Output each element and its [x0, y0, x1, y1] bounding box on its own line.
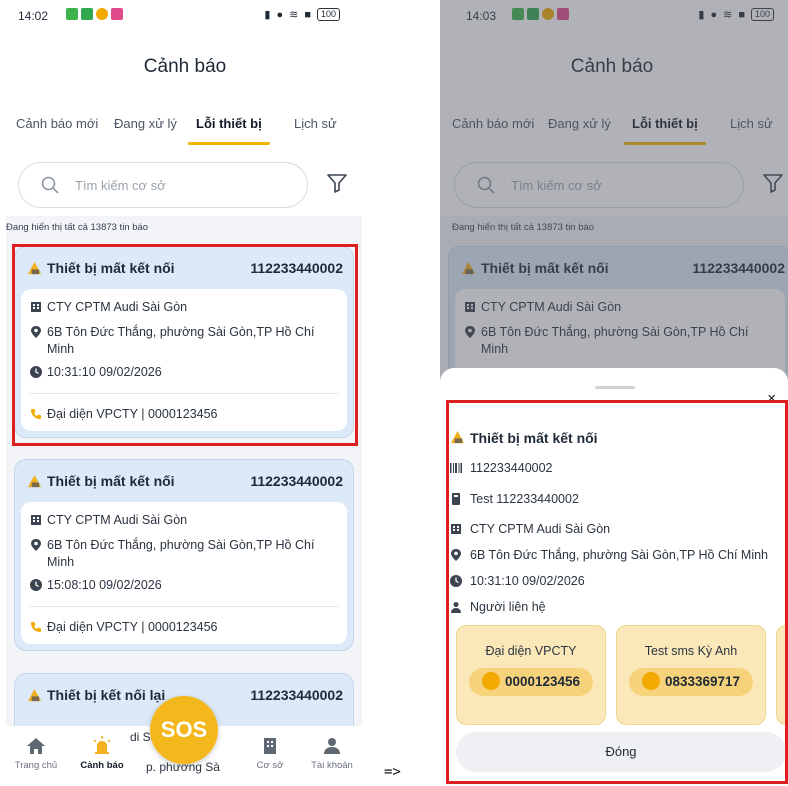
warning-icon — [27, 688, 42, 702]
card-title: Thiết bị kết nối lại — [47, 687, 166, 703]
system-icons: ▮ ● ≋ ■ 100 — [264, 8, 340, 21]
nav-alert[interactable]: Cảnh báo — [72, 736, 132, 771]
card-title: Thiết bị mất kết nối — [47, 473, 175, 489]
building-icon — [264, 738, 276, 754]
battery-icon: 100 — [316, 8, 340, 21]
tab-new-alerts[interactable]: Cảnh báo mới — [16, 116, 98, 131]
status-time: 14:02 — [18, 9, 49, 23]
page-title: Cảnh báo — [143, 56, 227, 77]
alert-card[interactable]: Thiết bị mất kết nối 112233440002 CTY CP… — [14, 459, 354, 651]
search-icon — [41, 176, 59, 194]
vibrate-icon: ▮ — [264, 9, 271, 21]
nav-account[interactable]: Tài khoản — [302, 736, 362, 771]
search-placeholder: Tìm kiếm cơ sở — [75, 178, 166, 193]
company-row: CTY CPTM Audi Sài Gòn — [21, 512, 347, 529]
time-row: 15:08:10 09/02/2026 — [21, 577, 347, 594]
tab-device-errors[interactable]: Lỗi thiết bị — [196, 116, 262, 131]
transition-arrow: => — [384, 764, 401, 780]
sos-button[interactable]: SOS — [150, 696, 218, 764]
card-code: 112233440002 — [250, 473, 343, 489]
notification-icons — [66, 8, 123, 20]
phone-icon — [31, 622, 41, 632]
address-row: 6B Tôn Đức Thắng, phường Sài Gòn,TP Hồ C… — [21, 537, 347, 571]
right-phone-screen: 14:03 ▮ ● ≋ ■ 100 Cảnh báo Cảnh báo mới … — [440, 0, 788, 786]
tab-bar: Cảnh báo mới Đang xử lý Lỗi thiết bị Lịc… — [0, 116, 370, 150]
status-bar: 14:02 ▮ ● ≋ ■ 100 — [0, 0, 370, 30]
highlight-box — [12, 244, 358, 446]
contact-row[interactable]: Đại diện VPCTY | 0000123456 — [21, 619, 347, 636]
tab-history[interactable]: Lịch sử — [294, 116, 337, 131]
app-notification-icon — [111, 8, 123, 20]
sim-icon: ■ — [304, 8, 311, 21]
search-input[interactable]: Tìm kiếm cơ sở — [18, 162, 308, 208]
nav-facility[interactable]: Cơ sở — [240, 736, 300, 771]
highlight-box — [446, 400, 788, 784]
user-icon — [324, 738, 340, 754]
app-notification-icon — [81, 8, 93, 20]
divider — [29, 606, 339, 607]
siren-icon — [93, 736, 111, 754]
location-pin-icon — [31, 539, 41, 551]
wifi-icon: ≋ — [289, 9, 299, 21]
building-icon — [31, 515, 41, 525]
warning-icon — [27, 474, 42, 488]
app-notification-icon — [66, 8, 78, 20]
filter-icon[interactable] — [326, 172, 348, 194]
card-code: 112233440002 — [250, 687, 343, 703]
app-notification-icon — [96, 8, 108, 20]
location-icon: ● — [276, 8, 284, 21]
home-icon — [27, 738, 45, 754]
sheet-drag-handle[interactable] — [595, 386, 635, 389]
tab-processing[interactable]: Đang xử lý — [114, 116, 177, 131]
nav-home[interactable]: Trang chủ — [6, 736, 66, 771]
clock-icon — [30, 579, 42, 591]
left-phone-screen: 14:02 ▮ ● ≋ ■ 100 Cảnh báo Cảnh báo mới … — [0, 0, 370, 786]
result-count: Đang hiển thị tất cả 13873 tin báo — [6, 222, 149, 233]
active-tab-indicator — [188, 142, 270, 145]
